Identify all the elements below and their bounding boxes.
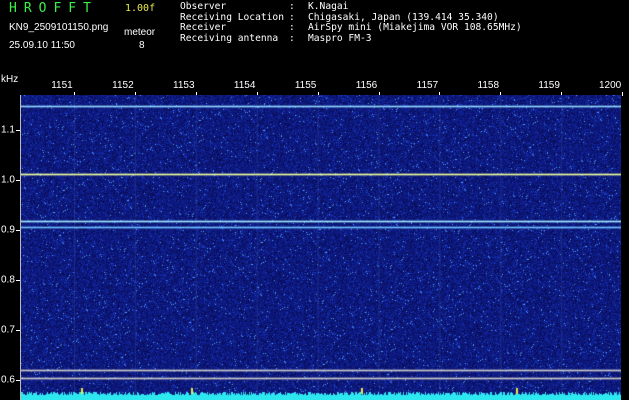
y-tick-label: 1.0 (1, 174, 15, 186)
x-tick-mark (622, 92, 624, 96)
x-tick-label: 1159 (538, 80, 560, 91)
y-tick-label: 0.9 (1, 224, 15, 236)
y-tick-label: 0.8 (1, 274, 15, 286)
x-tick-label: 1153 (173, 80, 195, 91)
waterfall-canvas (21, 95, 621, 400)
x-tick-label: 1200 (598, 80, 622, 91)
info-row-antenna: Receiving antenna: Maspro FM-3 (180, 32, 372, 44)
y-tick-label: 0.6 (1, 374, 15, 386)
y-tick-label: 1.1 (1, 124, 15, 136)
date-time: 25.09.10 11:50 (9, 40, 75, 51)
app-version: 1.00f (125, 3, 156, 14)
meteor-label: meteor (124, 27, 156, 38)
header-panel: HROFFT 1.00f KN9_2509101150.png meteor 2… (0, 0, 629, 78)
app-title: HROFFT (9, 1, 98, 16)
x-tick-label: 1158 (477, 80, 500, 91)
station-info: Observer: K.Nagai Receiving Location: Chig… (180, 1, 522, 44)
x-tick-label: 1156 (355, 80, 378, 91)
meteor-count: 8 (139, 40, 145, 51)
x-tick-label: 1152 (112, 80, 134, 91)
file-name: KN9_2509101150.png (9, 22, 109, 33)
x-tick-label: 1157 (416, 80, 439, 91)
waterfall-spectrogram (21, 95, 621, 400)
y-tick-label: 0.7 (1, 324, 15, 336)
x-tick-label: 1155 (294, 80, 317, 91)
info-row-observer: Observer: K.Nagai (180, 1, 349, 12)
x-tick-label: 1154 (233, 80, 256, 91)
y-axis-unit: kHz (1, 74, 19, 85)
x-tick-label: 1151 (51, 80, 73, 91)
